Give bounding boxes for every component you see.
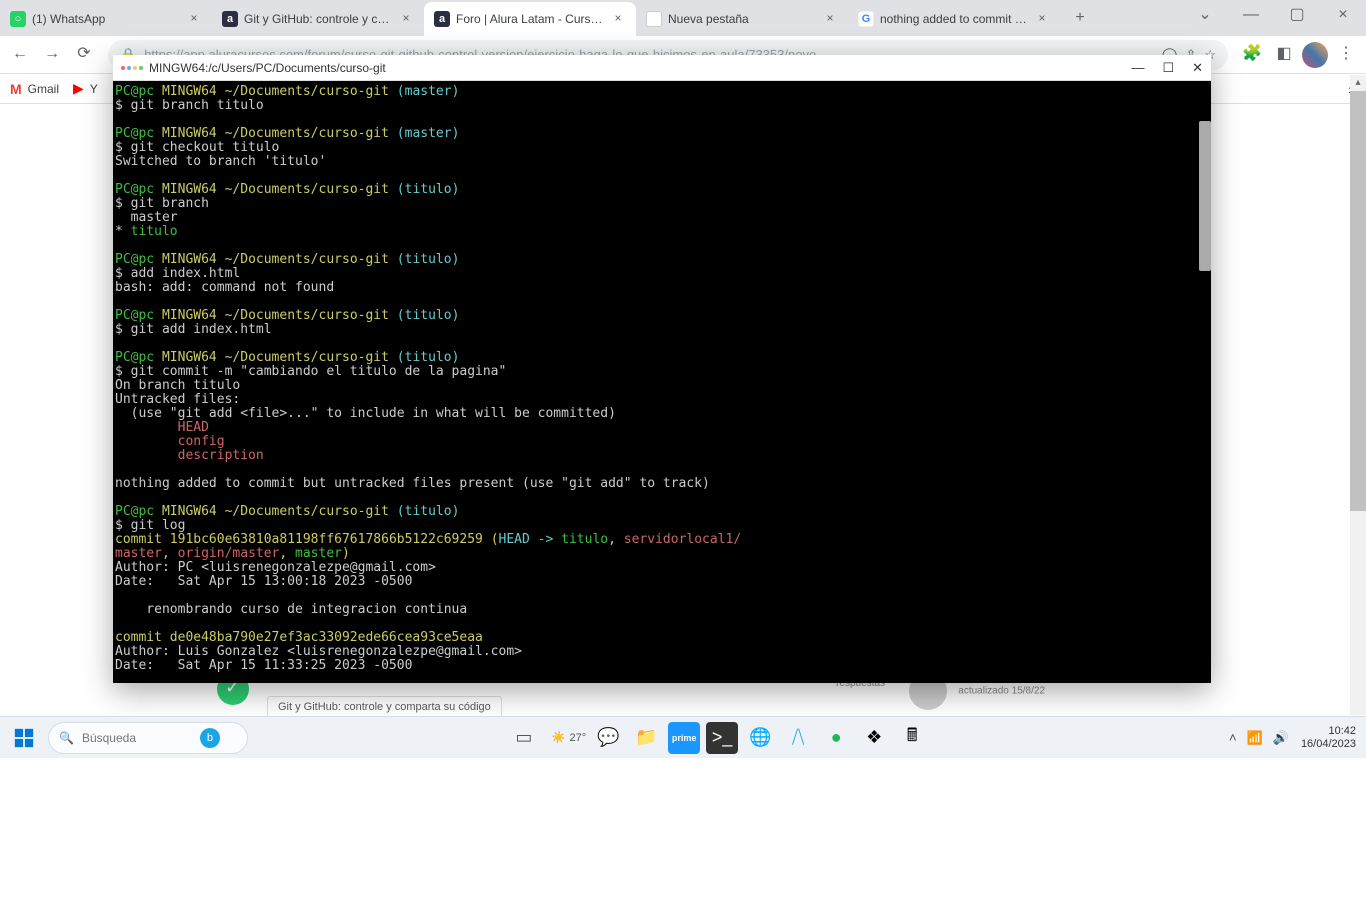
close-icon[interactable]: × — [822, 11, 838, 27]
maximize-icon[interactable]: ▢ — [1274, 0, 1320, 36]
chrome-icon[interactable]: 🌐 — [744, 722, 776, 754]
close-icon[interactable]: × — [610, 11, 626, 27]
tab-title: Git y GitHub: controle y comp — [244, 12, 392, 26]
tab-title: Foro | Alura Latam - Cursos d — [456, 12, 604, 26]
google-icon: G — [858, 11, 874, 27]
window-controls: ⌄ — ▢ × — [1182, 0, 1366, 36]
terminal-body[interactable]: PC@pc MINGW64 ~/Documents/curso-git (mas… — [113, 81, 1211, 683]
clock-time: 10:42 — [1301, 725, 1356, 738]
close-icon[interactable]: × — [1034, 11, 1050, 27]
terminal-scrollbar[interactable] — [1199, 121, 1211, 271]
terminal-icon[interactable]: >_ — [706, 722, 738, 754]
prime-video-icon[interactable]: prime — [668, 722, 700, 754]
vscode-icon[interactable]: ⧸⧹ — [782, 722, 814, 754]
minimize-icon[interactable]: — — [1131, 60, 1144, 76]
terminal-titlebar[interactable]: MINGW64:/c/Users/PC/Documents/curso-git … — [113, 55, 1211, 81]
tab-google-search[interactable]: G nothing added to commit bu × — [848, 2, 1060, 36]
chat-icon[interactable]: 💬 — [592, 722, 624, 754]
tab-git-github[interactable]: a Git y GitHub: controle y comp × — [212, 2, 424, 36]
system-tray[interactable]: ˄ 📶 🔊 — [1229, 730, 1289, 746]
chevron-down-icon[interactable]: ⌄ — [1182, 0, 1228, 36]
whatsapp-icon: ○ — [10, 11, 26, 27]
youtube-icon: ▶ — [73, 80, 84, 97]
start-button[interactable] — [6, 720, 42, 756]
tab-nueva-pestana[interactable]: ◎ Nueva pestaña × — [636, 2, 848, 36]
new-tab-button[interactable]: + — [1066, 5, 1094, 33]
taskbar-search[interactable]: 🔍 b — [48, 722, 248, 754]
sun-icon: ☀️ — [552, 731, 566, 744]
chevron-up-icon[interactable]: ˄ — [1229, 730, 1237, 746]
explorer-icon[interactable]: 📁 — [630, 722, 662, 754]
taskbar-clock[interactable]: 10:42 16/04/2023 — [1301, 725, 1356, 751]
alura-icon: a — [222, 11, 238, 27]
windows-icon — [13, 727, 35, 749]
close-icon[interactable]: ✕ — [1192, 60, 1203, 76]
mingw-terminal-window: MINGW64:/c/Users/PC/Documents/curso-git … — [113, 55, 1211, 683]
terminal-output: PC@pc MINGW64 ~/Documents/curso-git (mas… — [115, 85, 1209, 673]
bookmark-label: Y — [90, 82, 98, 96]
below-capture-whitespace — [0, 758, 1366, 906]
search-icon: 🔍 — [59, 731, 74, 745]
copilot-icon[interactable]: ❖ — [858, 722, 890, 754]
tab-title: (1) WhatsApp — [32, 12, 180, 26]
alura-icon: a — [434, 11, 450, 27]
weather-temp: 27° — [570, 732, 587, 744]
close-icon[interactable]: × — [1320, 0, 1366, 36]
tab-title: nothing added to commit bu — [880, 12, 1028, 26]
tab-title: Nueva pestaña — [668, 12, 816, 26]
clock-date: 16/04/2023 — [1301, 738, 1356, 751]
browser-tab-strip: ○ (1) WhatsApp × a Git y GitHub: control… — [0, 0, 1366, 36]
menu-icon[interactable]: ⋮ — [1332, 41, 1360, 69]
spotify-icon[interactable]: ● — [820, 722, 852, 754]
minimize-icon[interactable]: — — [1228, 0, 1274, 36]
tab-foro-alura[interactable]: a Foro | Alura Latam - Cursos d × — [424, 2, 636, 36]
back-button[interactable]: ← — [6, 41, 34, 69]
bing-icon[interactable]: b — [200, 728, 220, 748]
close-icon[interactable]: × — [186, 11, 202, 27]
volume-icon[interactable]: 🔊 — [1273, 730, 1289, 746]
taskbar-pinned-apps: ▭ ☀️ 27° 💬 📁 prime >_ 🌐 ⧸⧹ ● ❖ 🖩 — [280, 722, 1156, 754]
windows-taskbar: 🔍 b ▭ ☀️ 27° 💬 📁 prime >_ 🌐 ⧸⧹ ● ❖ 🖩 ˄ 📶 … — [0, 716, 1366, 758]
scroll-up-icon[interactable]: ▴ — [1350, 75, 1366, 91]
bookmark-label: Gmail — [28, 82, 59, 96]
bookmark-youtube[interactable]: ▶ Y — [73, 80, 98, 97]
close-icon[interactable]: × — [398, 11, 414, 27]
search-input[interactable] — [82, 731, 192, 745]
extensions-icon[interactable]: 🧩 — [1238, 41, 1266, 69]
maximize-icon[interactable]: ☐ — [1162, 60, 1174, 76]
terminal-app-icon — [121, 66, 143, 70]
weather-widget[interactable]: ☀️ 27° — [552, 731, 586, 744]
updated-label: actualizado 15/8/22 — [958, 686, 1045, 697]
wifi-icon[interactable]: 📶 — [1247, 730, 1263, 746]
gmail-icon: M — [10, 81, 22, 97]
profile-avatar[interactable] — [1302, 42, 1328, 68]
reload-button[interactable]: ⟳ — [70, 41, 98, 69]
sidepanel-icon[interactable]: ◧ — [1270, 41, 1298, 69]
chrome-icon: ◎ — [646, 11, 662, 27]
calculator-icon[interactable]: 🖩 — [896, 722, 928, 754]
page-scrollbar[interactable]: ▴ — [1350, 75, 1366, 715]
scroll-thumb[interactable] — [1350, 91, 1366, 511]
terminal-title-text: MINGW64:/c/Users/PC/Documents/curso-git — [149, 61, 386, 75]
forward-button[interactable]: → — [38, 41, 66, 69]
course-tag[interactable]: Git y GitHub: controle y comparta su cód… — [267, 696, 502, 718]
taskview-icon[interactable]: ▭ — [508, 722, 540, 754]
tab-whatsapp[interactable]: ○ (1) WhatsApp × — [0, 2, 212, 36]
bookmark-gmail[interactable]: M Gmail — [10, 81, 59, 97]
